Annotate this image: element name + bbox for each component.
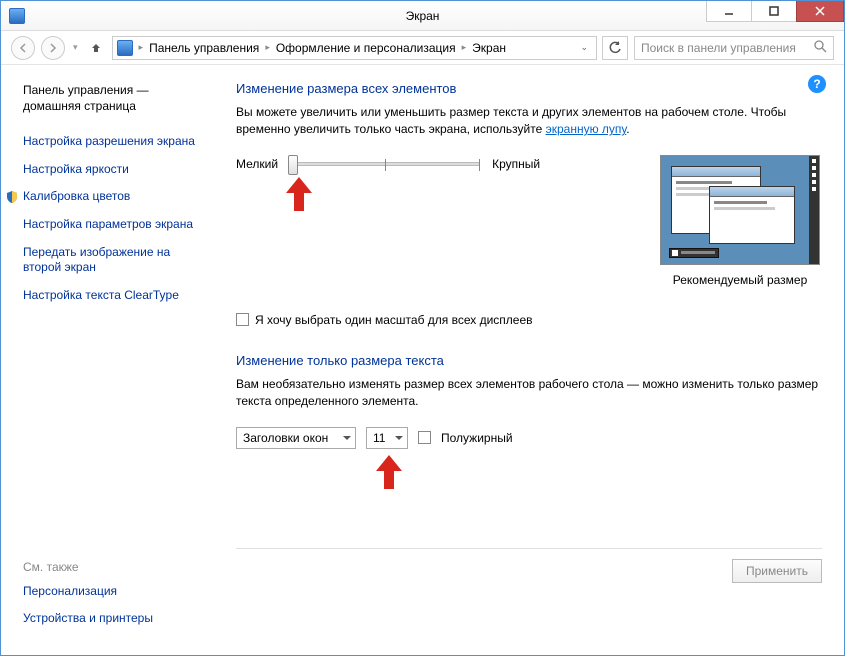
bold-checkbox[interactable] bbox=[418, 431, 431, 444]
section1-description: Вы можете увеличить или уменьшить размер… bbox=[236, 104, 820, 139]
sidebar-item-project[interactable]: Передать изображение на второй экран bbox=[23, 245, 206, 276]
slider-thumb[interactable] bbox=[288, 155, 298, 175]
search-placeholder: Поиск в панели управления bbox=[641, 41, 796, 55]
annotation-arrow-icon bbox=[286, 177, 312, 211]
main-pane: ? Изменение размера всех элементов Вы мо… bbox=[216, 65, 844, 655]
breadcrumb-seg[interactable]: Оформление и персонализация bbox=[276, 41, 456, 55]
slider-max-label: Крупный bbox=[492, 157, 540, 171]
back-button[interactable] bbox=[11, 36, 35, 60]
search-icon bbox=[814, 40, 827, 56]
control-panel-home-link[interactable]: Панель управления —домашняя страница bbox=[23, 83, 206, 114]
breadcrumb-seg[interactable]: Экран bbox=[472, 41, 506, 55]
same-scale-checkbox[interactable] bbox=[236, 313, 249, 326]
forward-button[interactable] bbox=[41, 36, 65, 60]
up-button[interactable] bbox=[86, 38, 106, 58]
same-scale-label: Я хочу выбрать один масштаб для всех дис… bbox=[255, 313, 533, 327]
breadcrumb-seg[interactable]: Панель управления bbox=[149, 41, 259, 55]
preview-thumbnail bbox=[660, 155, 820, 265]
titlebar: Экран bbox=[1, 1, 844, 31]
scale-slider[interactable] bbox=[290, 162, 480, 166]
sidebar-item-calibrate-color[interactable]: Калибровка цветов bbox=[23, 189, 206, 205]
address-bar[interactable]: ▸ Панель управления ▸ Оформление и персо… bbox=[112, 36, 597, 60]
sidebar-item-cleartype[interactable]: Настройка текста ClearType bbox=[23, 288, 206, 304]
search-input[interactable]: Поиск в панели управления bbox=[634, 36, 834, 60]
slider-min-label: Мелкий bbox=[236, 157, 278, 171]
close-button[interactable] bbox=[796, 1, 844, 22]
magnifier-link[interactable]: экранную лупу bbox=[546, 122, 627, 136]
chevron-right-icon: ▸ bbox=[460, 42, 469, 53]
section-heading-resize-all: Изменение размера всех элементов bbox=[236, 81, 820, 96]
shield-icon bbox=[5, 190, 19, 204]
annotation-arrow-icon bbox=[376, 455, 402, 489]
address-dropdown-icon[interactable]: ⌄ bbox=[576, 42, 592, 53]
chevron-right-icon: ▸ bbox=[263, 42, 272, 53]
navbar: ▾ ▸ Панель управления ▸ Оформление и пер… bbox=[1, 31, 844, 65]
scale-slider-block: Мелкий Крупный bbox=[236, 155, 540, 171]
sidebar-item-devices[interactable]: Устройства и принтеры bbox=[23, 611, 206, 627]
history-dropdown-icon[interactable]: ▾ bbox=[71, 42, 80, 53]
font-size-dropdown[interactable]: 11 bbox=[366, 427, 408, 449]
preview-caption: Рекомендуемый размер bbox=[660, 273, 820, 287]
help-icon[interactable]: ? bbox=[808, 75, 826, 93]
sidebar-item-resolution[interactable]: Настройка разрешения экрана bbox=[23, 134, 206, 150]
location-icon bbox=[117, 40, 133, 56]
sidebar-item-personalization[interactable]: Персонализация bbox=[23, 584, 206, 600]
apply-button[interactable]: Применить bbox=[732, 559, 822, 583]
chevron-right-icon: ▸ bbox=[137, 42, 146, 53]
bold-label: Полужирный bbox=[441, 431, 513, 445]
refresh-button[interactable] bbox=[602, 36, 628, 60]
see-also-heading: См. также bbox=[23, 560, 206, 574]
minimize-button[interactable] bbox=[706, 1, 752, 22]
maximize-button[interactable] bbox=[751, 1, 797, 22]
app-icon bbox=[9, 8, 25, 24]
sidebar-item-display-settings[interactable]: Настройка параметров экрана bbox=[23, 217, 206, 233]
section2-description: Вам необязательно изменять размер всех э… bbox=[236, 376, 820, 411]
sidebar: Панель управления —домашняя страница Нас… bbox=[1, 65, 216, 655]
element-dropdown[interactable]: Заголовки окон bbox=[236, 427, 356, 449]
sidebar-item-brightness[interactable]: Настройка яркости bbox=[23, 162, 206, 178]
section-heading-text-size: Изменение только размера текста bbox=[236, 353, 820, 368]
divider bbox=[236, 548, 822, 549]
